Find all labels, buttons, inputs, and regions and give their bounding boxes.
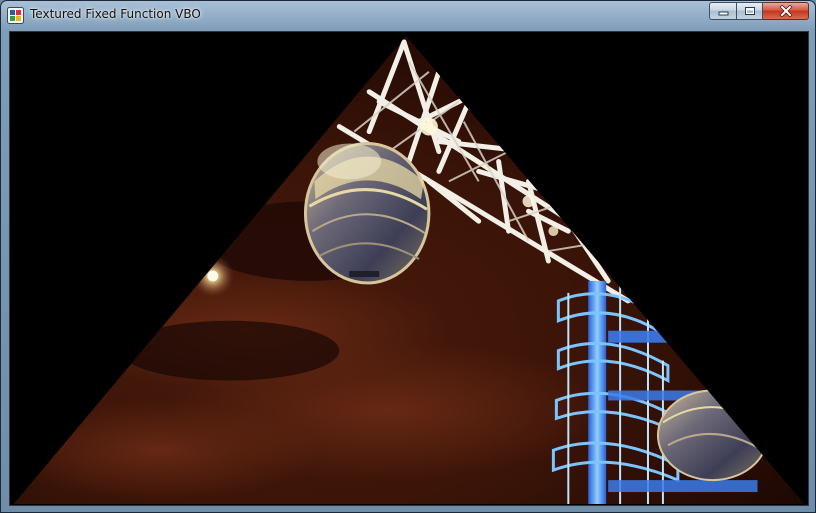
app-window: Textured Fixed Function VBO [0,0,816,513]
cloud-shape [13,400,320,501]
wheel-light [522,195,535,208]
close-button[interactable] [763,2,809,20]
minimize-button[interactable] [709,2,736,20]
render-canvas[interactable] [10,32,808,505]
title-bar[interactable]: Textured Fixed Function VBO [1,1,815,29]
minimize-icon [718,11,728,15]
caption-buttons [709,2,809,21]
cloud-shape [120,320,340,381]
wheel-light [419,117,438,136]
close-icon [779,5,792,17]
moon-icon [207,270,219,282]
textured-triangle [13,35,805,505]
passenger-capsule-secondary [656,389,769,482]
opengl-viewport[interactable] [9,31,809,506]
passenger-capsule [303,142,431,285]
wheel-light [548,226,559,237]
maximize-icon [744,7,755,15]
maximize-button[interactable] [736,2,763,20]
app-window-icon[interactable] [7,7,24,24]
window-title: Textured Fixed Function VBO [30,7,201,21]
